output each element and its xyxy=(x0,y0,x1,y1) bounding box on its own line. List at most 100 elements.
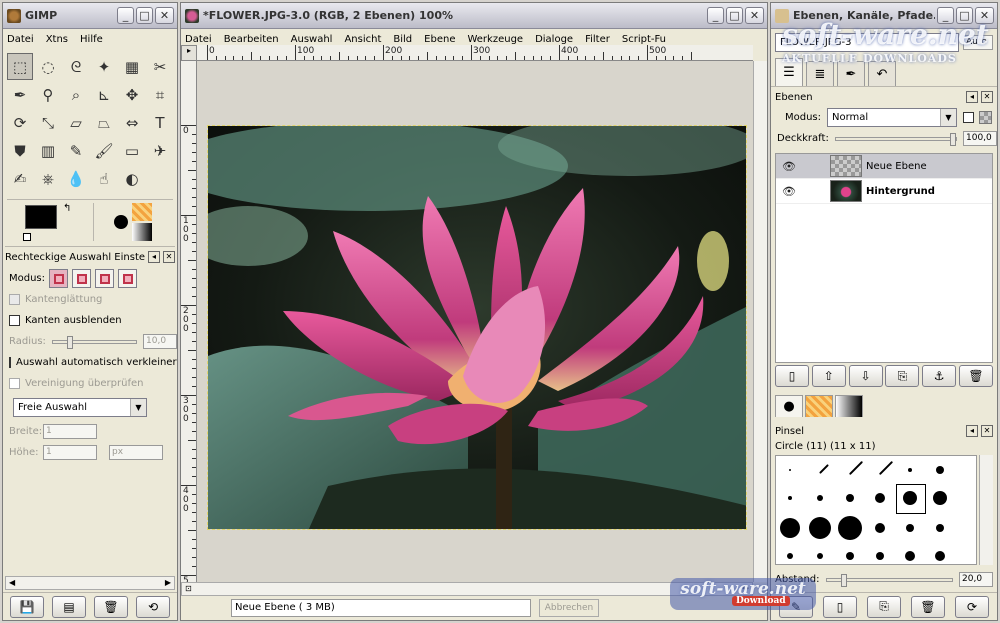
options-hscrollbar[interactable]: ◀ ▶ xyxy=(5,576,175,590)
blend-icon[interactable]: ▥ xyxy=(35,137,61,164)
text-icon[interactable]: T xyxy=(147,109,173,136)
toolbox-menu-hilfe[interactable]: Hilfe xyxy=(80,34,103,45)
vertical-ruler[interactable]: 0 100 200 300 400 5 xyxy=(181,61,197,582)
ink-icon[interactable]: ✍ xyxy=(7,165,33,192)
layers-close-icon[interactable]: ✕ xyxy=(981,91,993,103)
feather-row[interactable]: Kanten ausblenden xyxy=(3,310,177,331)
toolbox-menu-xtns[interactable]: Xtns xyxy=(46,34,68,45)
delete-options-button[interactable]: 🗑 xyxy=(94,595,128,618)
brush-preset[interactable] xyxy=(846,552,854,560)
unit-combo[interactable]: px xyxy=(109,445,163,460)
width-spinbox[interactable]: 1 xyxy=(43,424,97,439)
spacing-spinbox[interactable]: 20,0 xyxy=(959,572,993,587)
image-menu-ansicht[interactable]: Ansicht xyxy=(344,34,381,45)
radius-spinbox[interactable]: 10,0 xyxy=(143,334,177,349)
radius-slider[interactable] xyxy=(51,335,137,349)
brush-preset[interactable] xyxy=(935,551,945,561)
maximize-button[interactable]: □ xyxy=(136,7,153,24)
flower-image[interactable] xyxy=(207,125,747,530)
scissors-icon[interactable]: ✂ xyxy=(147,53,173,80)
options-close-icon[interactable]: ✕ xyxy=(163,251,175,263)
paintbrush-icon[interactable]: 🖌 xyxy=(91,137,117,164)
image-titlebar[interactable]: *FLOWER.JPG-3.0 (RGB, 2 Ebenen) 100% _ □… xyxy=(181,3,767,29)
horizontal-ruler[interactable]: 0 100 200 300 400 500 xyxy=(197,45,753,61)
lower-layer-button[interactable]: ⇩ xyxy=(848,365,883,387)
rotate-icon[interactable]: ⟳ xyxy=(7,109,33,136)
chevron-down-icon[interactable]: ▼ xyxy=(940,109,956,126)
brush-grid[interactable] xyxy=(775,455,977,565)
minimize-button[interactable]: _ xyxy=(707,7,724,24)
minimize-button[interactable]: _ xyxy=(117,7,134,24)
scale-icon[interactable]: ⤡ xyxy=(35,109,61,136)
options-menu-icon[interactable]: ◂ xyxy=(148,251,160,263)
magnify-icon[interactable]: ⌕ xyxy=(63,81,89,108)
nav-icon[interactable]: ⊡ xyxy=(185,583,192,595)
layer-mode-combo[interactable]: Normal ▼ xyxy=(827,108,957,127)
mode-replace-button[interactable] xyxy=(49,269,69,288)
mode-subtract-button[interactable] xyxy=(95,269,115,288)
perspective-icon[interactable]: ⏢ xyxy=(91,109,117,136)
clone-icon[interactable]: ⎈ xyxy=(35,165,61,192)
selection-mode-combo[interactable]: Freie Auswahl ▼ xyxy=(13,398,147,417)
tab-patterns[interactable] xyxy=(805,395,833,417)
blur-icon[interactable]: 💧 xyxy=(63,165,89,192)
swap-colors-icon[interactable]: ↰ xyxy=(63,203,71,214)
cancel-button[interactable]: Abbrechen xyxy=(539,599,599,617)
brush-preset[interactable] xyxy=(846,494,854,502)
measure-icon[interactable]: ⊾ xyxy=(91,81,117,108)
image-menu-bild[interactable]: Bild xyxy=(393,34,412,45)
visibility-eye-icon[interactable]: 👁 xyxy=(780,185,798,198)
brush-preset[interactable] xyxy=(780,518,800,538)
fuzzy-select-icon[interactable]: ✦ xyxy=(91,53,117,80)
eraser-icon[interactable]: ▭ xyxy=(119,137,145,164)
gradient-preview-icon[interactable] xyxy=(131,223,152,241)
merged-row[interactable]: Vereinigung überprüfen xyxy=(3,373,177,394)
image-menu-datei[interactable]: Datei xyxy=(185,34,212,45)
brush-preset[interactable] xyxy=(838,516,862,540)
brush-preset[interactable] xyxy=(905,551,915,561)
layer-row[interactable]: 👁 Hintergrund xyxy=(776,179,992,204)
brush-preset[interactable] xyxy=(878,460,894,476)
smudge-icon[interactable]: ☝ xyxy=(91,165,117,192)
restore-options-button[interactable]: ▤ xyxy=(52,595,86,618)
scroll-right-icon[interactable]: ▶ xyxy=(165,577,171,589)
airbrush-icon[interactable]: ✈ xyxy=(147,137,173,164)
toolbox-titlebar[interactable]: GIMP _ □ ✕ xyxy=(3,3,177,29)
chevron-down-icon[interactable]: ▼ xyxy=(130,399,146,416)
reset-colors-icon[interactable] xyxy=(23,233,31,241)
dodge-burn-icon[interactable]: ◐ xyxy=(119,165,145,192)
brush-preset[interactable] xyxy=(933,491,947,505)
opacity-spinbox[interactable]: 100,0 xyxy=(963,131,997,146)
lasso-icon[interactable]: ᘓ xyxy=(63,53,89,80)
image-menu-ebene[interactable]: Ebene xyxy=(424,34,455,45)
scroll-left-icon[interactable]: ◀ xyxy=(9,577,15,589)
brush-preset[interactable] xyxy=(936,466,944,474)
tab-gradients[interactable] xyxy=(835,395,863,417)
image-menu-bearbeiten[interactable]: Bearbeiten xyxy=(224,34,279,45)
brush-preset[interactable] xyxy=(819,464,829,474)
paths-icon[interactable]: ✒ xyxy=(7,81,33,108)
keep-trans-checkbox[interactable] xyxy=(963,112,974,123)
close-button[interactable]: ✕ xyxy=(745,7,764,24)
antialias-row[interactable]: Kantenglättung xyxy=(3,289,177,310)
duplicate-layer-button[interactable]: ⎘ xyxy=(885,365,920,387)
brush-preset[interactable] xyxy=(875,493,885,503)
delete-layer-button[interactable]: 🗑 xyxy=(958,365,993,387)
feather-checkbox[interactable] xyxy=(9,315,20,326)
brush-preset[interactable] xyxy=(817,553,823,559)
brush-vscrollbar[interactable] xyxy=(979,455,993,565)
shear-icon[interactable]: ▱ xyxy=(63,109,89,136)
flip-icon[interactable]: ⇔ xyxy=(119,109,145,136)
spacing-slider[interactable] xyxy=(825,573,953,587)
raise-layer-button[interactable]: ⇧ xyxy=(811,365,846,387)
mode-intersect-button[interactable] xyxy=(118,269,138,288)
save-options-button[interactable]: 💾 xyxy=(10,595,44,618)
pencil-icon[interactable]: ✎ xyxy=(63,137,89,164)
merged-checkbox[interactable] xyxy=(9,378,20,389)
close-button[interactable]: ✕ xyxy=(155,7,174,24)
bucket-fill-icon[interactable]: ⛊ xyxy=(7,137,33,164)
layers-menu-icon[interactable]: ◂ xyxy=(966,91,978,103)
brush-preset[interactable] xyxy=(809,517,831,539)
autoshrink-row[interactable]: Auswahl automatisch verkleinern xyxy=(3,352,177,373)
brush-preset[interactable] xyxy=(788,496,792,500)
